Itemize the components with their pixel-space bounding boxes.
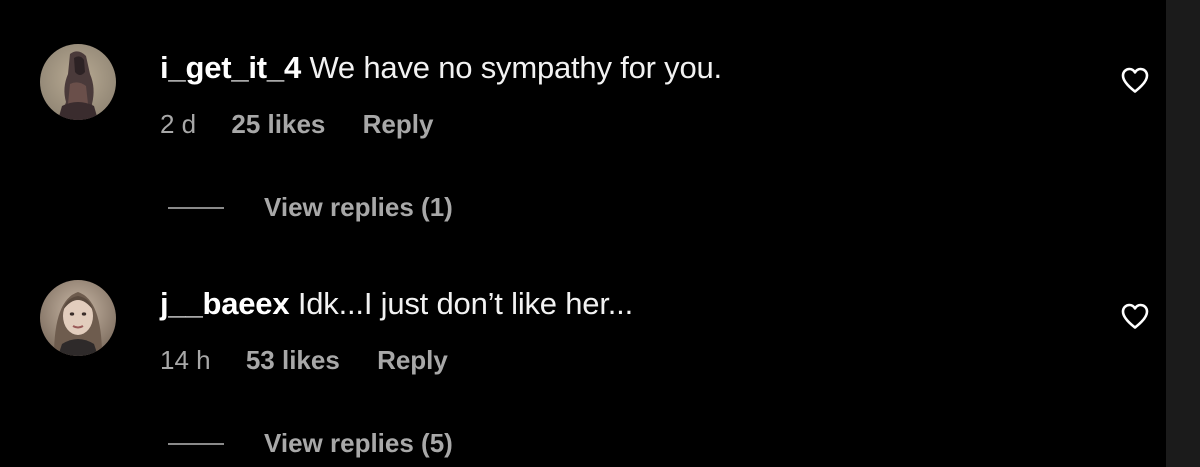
comment-text: Idk...I just don’t like her...	[297, 286, 633, 321]
reply-button[interactable]: Reply	[377, 344, 448, 376]
comment-text: We have no sympathy for you.	[309, 50, 722, 85]
view-replies-label: View replies (1)	[264, 192, 453, 222]
like-button[interactable]	[1120, 66, 1150, 94]
heart-outline-icon	[1121, 67, 1149, 93]
replies-divider-line	[168, 207, 224, 209]
comment-username[interactable]: i_get_it_4	[160, 50, 301, 85]
view-replies-label: View replies (5)	[264, 428, 453, 458]
reply-button[interactable]: Reply	[363, 108, 434, 140]
comment-likes[interactable]: 25 likes	[231, 108, 325, 140]
replies-divider-line	[168, 443, 224, 445]
side-panel-edge	[1166, 0, 1200, 467]
comment-age: 2 d	[160, 109, 197, 139]
comments-panel: i_get_it_4 We have no sympathy for you. …	[0, 0, 1166, 467]
comment-likes[interactable]: 53 likes	[246, 344, 340, 376]
comment-meta: 14 h 53 likes Reply	[160, 344, 448, 376]
avatar-image	[40, 44, 116, 120]
comment-username[interactable]: j__baeex	[160, 286, 290, 321]
comment-age: 14 h	[160, 345, 211, 375]
avatar-image	[40, 280, 116, 356]
avatar[interactable]	[40, 44, 116, 120]
comment-meta: 2 d 25 likes Reply	[160, 108, 433, 140]
like-button[interactable]	[1120, 302, 1150, 330]
comment-text-line: j__baeex Idk...I just don’t like her...	[160, 286, 633, 322]
heart-outline-icon	[1121, 303, 1149, 329]
avatar[interactable]	[40, 280, 116, 356]
comment-text-line: i_get_it_4 We have no sympathy for you.	[160, 50, 722, 86]
